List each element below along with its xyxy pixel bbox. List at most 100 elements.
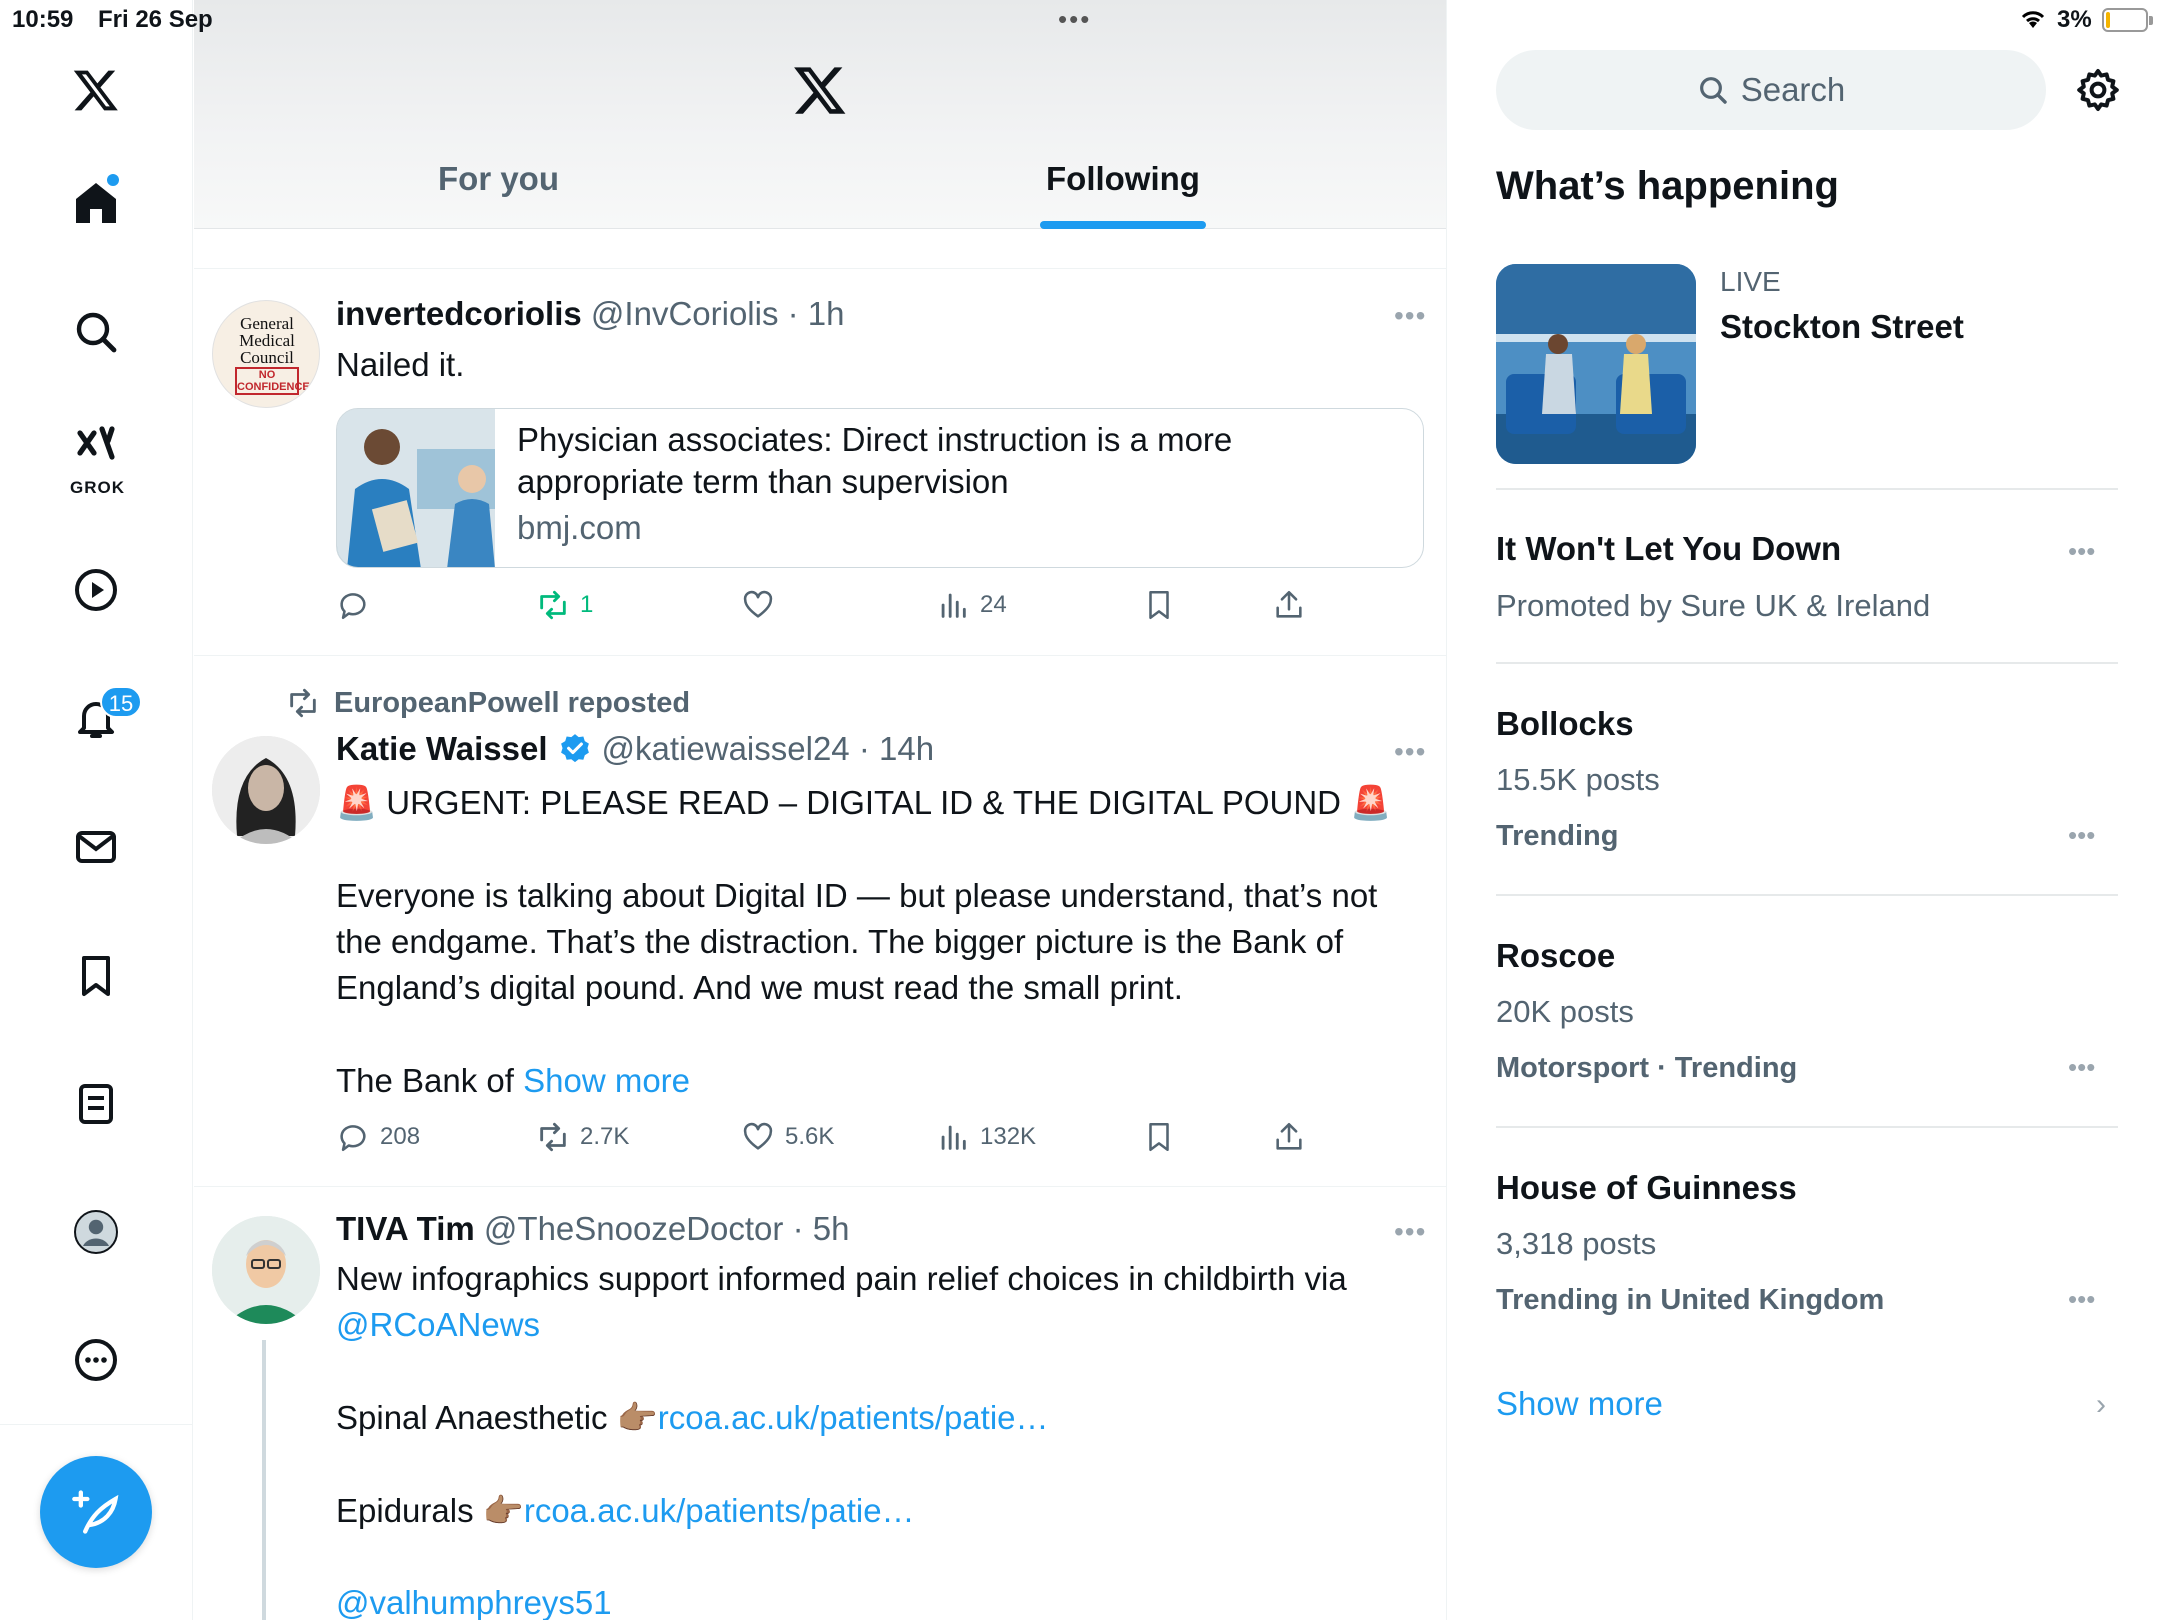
bookmarks-icon[interactable] bbox=[56, 936, 136, 1016]
views-button[interactable]: 132K bbox=[936, 1120, 1036, 1154]
verified-badge-icon bbox=[560, 734, 589, 763]
repost-context: EuropeanPowell reposted bbox=[286, 686, 690, 720]
reply-button[interactable]: 208 bbox=[336, 1120, 420, 1154]
post-body-line: England’s digital pound. And we must rea… bbox=[336, 969, 1183, 1006]
sidebar-separator bbox=[1496, 488, 2118, 490]
trend-more-icon[interactable]: ••• bbox=[2068, 1052, 2095, 1083]
post-more-icon[interactable]: ••• bbox=[1394, 300, 1426, 332]
trend-more-icon[interactable]: ••• bbox=[2068, 820, 2095, 851]
trend-title[interactable]: House of Guinness bbox=[1496, 1169, 1797, 1207]
trend-subtitle: Promoted by Sure UK & Ireland bbox=[1496, 588, 1931, 623]
post-body-line: the endgame. That’s the distraction. The… bbox=[336, 923, 1344, 960]
trend-more-icon[interactable]: ••• bbox=[2068, 1284, 2095, 1315]
profile-avatar-icon[interactable] bbox=[56, 1192, 136, 1272]
post-separator bbox=[194, 268, 1446, 269]
post-author-name[interactable]: invertedcoriolis bbox=[336, 295, 582, 332]
repost-button[interactable]: 1 bbox=[536, 588, 593, 622]
x-header-logo-icon[interactable] bbox=[792, 62, 848, 123]
repost-button[interactable]: 2.7K bbox=[536, 1120, 629, 1154]
post-avatar-tivatim[interactable] bbox=[212, 1216, 320, 1324]
lists-icon[interactable] bbox=[56, 1064, 136, 1144]
post-handle-time: @katiewaissel24 · 14h bbox=[601, 730, 935, 767]
tab-following[interactable]: Following bbox=[1046, 160, 1200, 198]
live-event-image[interactable] bbox=[1496, 264, 1696, 464]
status-time: 10:59 bbox=[12, 6, 74, 33]
link-card-image bbox=[337, 409, 495, 567]
bookmark-icon bbox=[1149, 1122, 1169, 1152]
trend-more-icon[interactable]: ••• bbox=[2068, 536, 2095, 567]
grok-icon[interactable] bbox=[56, 412, 136, 478]
post-more-icon[interactable]: ••• bbox=[1394, 1216, 1426, 1248]
post-author-name[interactable]: Katie Waissel bbox=[336, 730, 548, 768]
thread-connector-line bbox=[262, 1340, 266, 1620]
bookmark-button[interactable] bbox=[1142, 588, 1176, 622]
compose-feather-icon bbox=[72, 1490, 119, 1534]
like-button[interactable]: 5.6K bbox=[741, 1120, 834, 1154]
share-button[interactable] bbox=[1272, 1120, 1306, 1154]
compose-post-button[interactable] bbox=[40, 1456, 152, 1568]
post-body-fragment: Epidurals 👉🏽 bbox=[336, 1492, 524, 1529]
live-event-title[interactable]: Stockton Street bbox=[1720, 308, 1964, 346]
reply-icon bbox=[340, 1125, 366, 1152]
trend-context: Motorsport · Trending bbox=[1496, 1052, 1798, 1084]
bookmark-button[interactable] bbox=[1142, 1120, 1176, 1154]
grok-label: GROK bbox=[70, 478, 125, 497]
settings-gear-icon[interactable] bbox=[2074, 66, 2122, 119]
bookmark-icon bbox=[1149, 590, 1169, 620]
trend-title[interactable]: It Won't Let You Down bbox=[1496, 530, 1841, 568]
multitasking-dots-icon[interactable]: ••• bbox=[1058, 4, 1091, 35]
sidebar-separator bbox=[1496, 662, 2118, 664]
timeline-column: General Medical Council NO CONFIDENCE in… bbox=[194, 0, 1447, 1620]
post-more-icon[interactable]: ••• bbox=[1394, 736, 1426, 768]
repost-icon bbox=[540, 590, 566, 620]
trend-title[interactable]: Bollocks bbox=[1496, 705, 1634, 743]
sidebar-separator bbox=[1496, 894, 2118, 896]
messages-icon[interactable] bbox=[56, 807, 136, 887]
url-link[interactable]: rcoa.ac.uk/patients/patie… bbox=[524, 1492, 915, 1529]
avatar-text-line: Council bbox=[240, 348, 294, 367]
trend-post-count: 3,318 posts bbox=[1496, 1226, 1657, 1261]
url-link[interactable]: rcoa.ac.uk/patients/patie… bbox=[658, 1399, 1049, 1436]
search-box[interactable]: Search bbox=[1496, 50, 2046, 130]
home-icon[interactable] bbox=[56, 163, 136, 243]
views-chart-icon bbox=[941, 593, 966, 618]
avatar-stamp-line: CONFIDENCE bbox=[237, 381, 310, 393]
avatar-text-line: General bbox=[240, 314, 294, 333]
post-separator bbox=[194, 655, 1446, 656]
mention-link[interactable]: @valhumphreys51 bbox=[336, 1580, 612, 1620]
trend-context: Trending in United Kingdom bbox=[1496, 1284, 1885, 1316]
like-button[interactable] bbox=[741, 588, 785, 622]
nav-divider bbox=[0, 1424, 193, 1425]
reply-button[interactable] bbox=[336, 588, 380, 622]
search-placeholder: Search bbox=[1740, 71, 1846, 108]
post-body-fragment: Spinal Anaesthetic 👉🏽 bbox=[336, 1399, 658, 1436]
mention-link[interactable]: @RCoANews bbox=[336, 1302, 540, 1348]
x-logo-icon[interactable] bbox=[56, 50, 136, 130]
post-header: TIVA Tim @TheSnoozeDoctor · 5h bbox=[336, 1210, 849, 1248]
tab-for-you[interactable]: For you bbox=[438, 160, 559, 198]
post-actions: 1 24 bbox=[336, 588, 1436, 628]
post-avatar-katie[interactable] bbox=[212, 736, 320, 844]
post-handle-time: @TheSnoozeDoctor · 5h bbox=[483, 1210, 850, 1247]
search-nav-icon[interactable] bbox=[56, 292, 136, 372]
post-body-line: Everyone is talking about Digital ID — b… bbox=[336, 877, 1378, 914]
video-icon[interactable] bbox=[56, 550, 136, 630]
share-icon bbox=[1276, 1122, 1302, 1150]
share-button[interactable] bbox=[1272, 588, 1306, 622]
post-avatar-gmc[interactable]: General Medical Council NO CONFIDENCE bbox=[212, 300, 320, 408]
repost-count: 2.7K bbox=[580, 1123, 630, 1150]
link-card[interactable]: Physician associates: Direct instruction… bbox=[336, 408, 1424, 568]
trend-post-count: 20K posts bbox=[1496, 994, 1634, 1029]
post-handle-time: @InvCoriolis · 1h bbox=[590, 295, 845, 332]
show-more-trends-link[interactable]: Show more bbox=[1496, 1385, 1663, 1423]
show-more-link[interactable]: Show more bbox=[523, 1062, 690, 1099]
trend-title[interactable]: Roscoe bbox=[1496, 937, 1615, 975]
views-count: 24 bbox=[980, 591, 1007, 618]
more-options-icon[interactable] bbox=[56, 1320, 136, 1400]
trend-context: Trending bbox=[1496, 820, 1619, 852]
reposted-by-label[interactable]: EuropeanPowell reposted bbox=[334, 687, 690, 720]
active-tab-indicator bbox=[1040, 221, 1206, 229]
repost-icon bbox=[540, 1122, 566, 1152]
post-author-name[interactable]: TIVA Tim bbox=[336, 1210, 475, 1247]
views-button[interactable]: 24 bbox=[936, 588, 1007, 622]
